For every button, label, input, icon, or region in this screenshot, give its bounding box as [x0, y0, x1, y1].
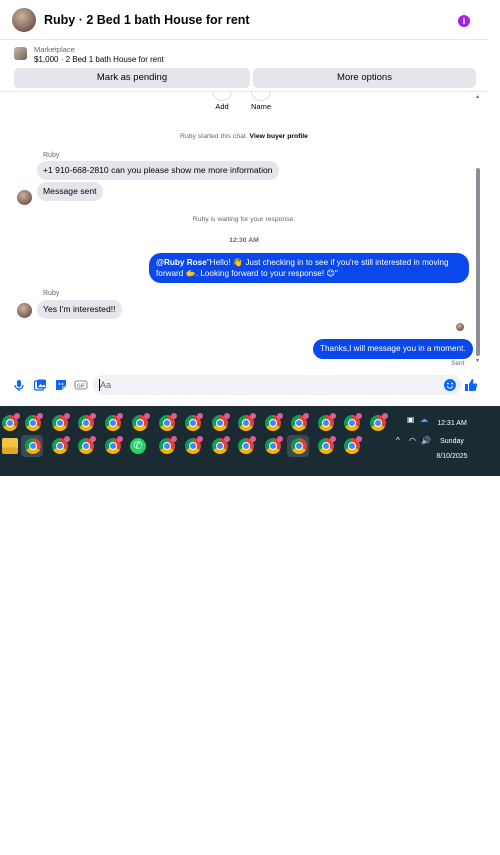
info-icon[interactable]: i	[458, 15, 470, 27]
sender-name: Ruby	[43, 152, 60, 159]
outgoing-message[interactable]: Thanks,I will message you in a moment.	[313, 339, 473, 359]
chrome-icon[interactable]	[25, 413, 43, 431]
meet-now-icon[interactable]: ▣	[407, 415, 415, 424]
notification-icon[interactable]: 7	[478, 844, 489, 855]
chrome-icon[interactable]	[185, 413, 203, 431]
text-caret	[99, 379, 100, 391]
composer: GIF Aa	[0, 370, 488, 400]
more-options-button[interactable]: More options	[253, 68, 476, 88]
sent-status: Sent	[451, 360, 465, 367]
chrome-icon[interactable]	[238, 413, 256, 431]
chrome-icon[interactable]	[344, 413, 362, 431]
emoji-icon[interactable]	[443, 378, 457, 392]
scrollbar-thumb[interactable]	[476, 168, 480, 356]
sticker-icon[interactable]	[54, 378, 68, 392]
chrome-icon[interactable]	[78, 413, 96, 431]
mention[interactable]: @Ruby Rose	[156, 258, 207, 267]
thumbs-up-icon[interactable]	[464, 378, 478, 392]
gif-icon[interactable]: GIF	[74, 378, 88, 392]
chat-started-label: Ruby started this chat.	[180, 133, 248, 140]
chat-started-text: Ruby started this chat. View buyer profi…	[0, 133, 488, 140]
add-icon	[212, 91, 232, 101]
chrome-icon[interactable]	[52, 436, 70, 454]
avatar[interactable]	[12, 7, 36, 32]
chrome-icon[interactable]	[291, 438, 307, 454]
chrome-icon[interactable]	[238, 436, 256, 454]
chrome-icon[interactable]	[265, 413, 283, 431]
file-explorer-icon[interactable]	[2, 438, 18, 454]
sender-avatar[interactable]	[17, 190, 32, 205]
view-buyer-profile-link[interactable]: View buyer profile	[250, 133, 308, 140]
sender-name: Ruby	[43, 290, 60, 297]
chrome-icon[interactable]	[370, 413, 388, 431]
name-label: Name	[250, 102, 271, 111]
chrome-icon[interactable]	[185, 436, 203, 454]
chat-window: Ruby · 2 Bed 1 bath House for rent i Mar…	[0, 0, 500, 406]
listing-info: $1,000 · 2 Bed 1 bath House for rent	[34, 55, 164, 64]
name-action[interactable]: Name	[243, 91, 279, 111]
photo-icon[interactable]	[33, 378, 47, 392]
sender-avatar[interactable]	[17, 303, 32, 318]
chrome-icon[interactable]	[212, 413, 230, 431]
chrome-icon[interactable]	[212, 436, 230, 454]
incoming-message[interactable]: +1 910-668-2810 can you please show me m…	[37, 161, 279, 180]
show-hidden-icons-icon[interactable]: ^	[396, 436, 400, 445]
name-icon	[251, 91, 271, 101]
chrome-icon[interactable]	[2, 413, 20, 431]
listing-thumbnail	[14, 47, 27, 60]
clock-day[interactable]: Sunday	[432, 438, 472, 445]
volume-icon[interactable]: 🔊	[421, 436, 431, 445]
add-label: Add	[215, 102, 229, 111]
microphone-icon[interactable]	[12, 378, 26, 392]
whatsapp-icon[interactable]: ✆	[130, 438, 146, 454]
waiting-text: Ruby is waiting for your response.	[192, 216, 296, 223]
mark-as-pending-button[interactable]: Mark as pending	[14, 68, 250, 88]
chrome-icon[interactable]	[159, 436, 177, 454]
cloud-icon[interactable]: ☁	[420, 415, 428, 424]
scroll-up-arrow-icon[interactable]: ▲	[475, 94, 480, 100]
chrome-icon[interactable]	[105, 413, 123, 431]
chrome-icon[interactable]	[265, 436, 283, 454]
listing-source: Marketplace	[34, 45, 75, 54]
chrome-icon[interactable]	[318, 436, 336, 454]
listing-summary[interactable]: Marketplace $1,000 · 2 Bed 1 bath House …	[0, 41, 488, 67]
chat-title[interactable]: Ruby · 2 Bed 1 bath House for rent	[44, 13, 250, 27]
chrome-icon[interactable]	[344, 436, 362, 454]
chrome-icon[interactable]	[105, 436, 123, 454]
chrome-icon[interactable]	[25, 438, 41, 454]
outgoing-message[interactable]: @Ruby Rose"Hello! 👋 Just checking in to …	[149, 253, 469, 283]
chrome-icon[interactable]	[78, 436, 96, 454]
chrome-icon[interactable]	[318, 413, 336, 431]
chrome-icon[interactable]	[159, 413, 177, 431]
chat-header: Ruby · 2 Bed 1 bath House for rent i	[0, 0, 488, 40]
svg-text:GIF: GIF	[77, 383, 85, 389]
add-action[interactable]: Add	[204, 91, 240, 111]
chrome-icon[interactable]	[132, 413, 150, 431]
seen-avatar	[456, 323, 464, 331]
chrome-icon[interactable]	[291, 413, 309, 431]
clock-date[interactable]: 8/10/2025	[432, 453, 472, 460]
incoming-message[interactable]: Message sent	[37, 182, 103, 201]
clock-time[interactable]: 12:31 AM	[432, 420, 472, 427]
message-input[interactable]: Aa	[93, 375, 462, 395]
scroll-down-arrow-icon[interactable]: ▼	[475, 358, 480, 364]
chrome-icon[interactable]	[52, 413, 70, 431]
incoming-message[interactable]: Yes I'm interested!!	[37, 300, 122, 319]
timestamp: 12:30 AM	[229, 237, 259, 244]
wifi-icon[interactable]: ◠	[409, 436, 416, 445]
taskbar: ✆ ▣ ☁ ^ ◠ 🔊 12:31 AM Sunday 8/10/2025 7	[0, 406, 500, 855]
